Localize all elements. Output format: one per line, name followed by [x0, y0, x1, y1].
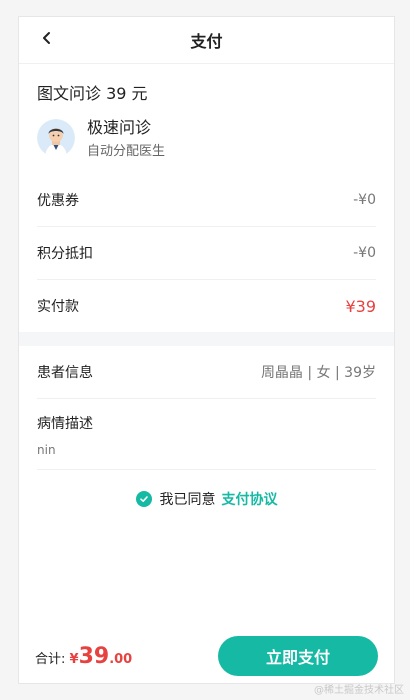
- order-title: 图文问诊 39 元: [37, 84, 148, 103]
- top-nav: 支付: [19, 17, 394, 64]
- total-integer: 39: [78, 643, 110, 669]
- agreement-text: 我已同意: [159, 492, 216, 508]
- watermark: @稀土掘金技术社区: [314, 685, 404, 696]
- doctor-subtitle: 自动分配医生: [87, 143, 166, 159]
- doctor-name: 极速问诊: [87, 117, 152, 137]
- doctor-info: 极速问诊 自动分配医生: [87, 118, 165, 159]
- points-value: -¥0: [353, 245, 376, 261]
- doctor-card: 极速问诊 自动分配医生: [37, 116, 376, 160]
- actual-pay-value: ¥39: [345, 296, 376, 316]
- currency-symbol: ¥: [69, 651, 79, 667]
- points-row[interactable]: 积分抵扣 -¥0: [37, 227, 376, 280]
- chevron-left-icon: [40, 30, 54, 49]
- coupon-row[interactable]: 优惠券 -¥0: [37, 174, 376, 227]
- order-section: 图文问诊 39 元 极速问诊 自动分配医生 优惠券 -¥0 积分抵扣 -¥0 实…: [19, 80, 394, 332]
- patient-value: 周晶晶 | 女 | 39岁: [260, 365, 376, 381]
- fee-list: 优惠券 -¥0 积分抵扣 -¥0 实付款 ¥39: [37, 174, 376, 332]
- illness-label: 病情描述: [37, 416, 93, 432]
- page-title: 支付: [190, 32, 223, 51]
- back-button[interactable]: [35, 27, 59, 51]
- patient-section: 患者信息 周晶晶 | 女 | 39岁 病情描述 nin: [19, 346, 394, 470]
- actual-pay-label: 实付款: [37, 299, 79, 315]
- illness-description: 病情描述 nin: [37, 399, 376, 470]
- doctor-avatar: [37, 119, 75, 157]
- pay-now-button[interactable]: 立即支付: [218, 636, 378, 676]
- total-label: 合计:: [35, 651, 66, 667]
- coupon-value: -¥0: [353, 192, 376, 208]
- check-circle-icon[interactable]: [135, 491, 152, 507]
- bottom-pay-bar: 合计: ¥39.00 立即支付: [19, 629, 394, 683]
- actual-pay-row: 实付款 ¥39: [37, 280, 376, 332]
- section-divider: [19, 332, 394, 346]
- total-decimal: .00: [109, 651, 133, 667]
- points-label: 积分抵扣: [37, 246, 93, 262]
- coupon-label: 优惠券: [37, 193, 79, 209]
- agreement-row: 我已同意 支付协议: [19, 470, 394, 528]
- payment-screen: 支付 图文问诊 39 元 极速问诊 自动分配医生 优惠券 -¥0 积分抵扣 -¥…: [18, 16, 395, 684]
- patient-label: 患者信息: [37, 365, 93, 381]
- illness-text: nin: [37, 443, 56, 457]
- patient-row[interactable]: 患者信息 周晶晶 | 女 | 39岁: [37, 346, 376, 399]
- agreement-link[interactable]: 支付协议: [222, 489, 278, 509]
- total-amount: 合计: ¥39.00: [35, 644, 132, 669]
